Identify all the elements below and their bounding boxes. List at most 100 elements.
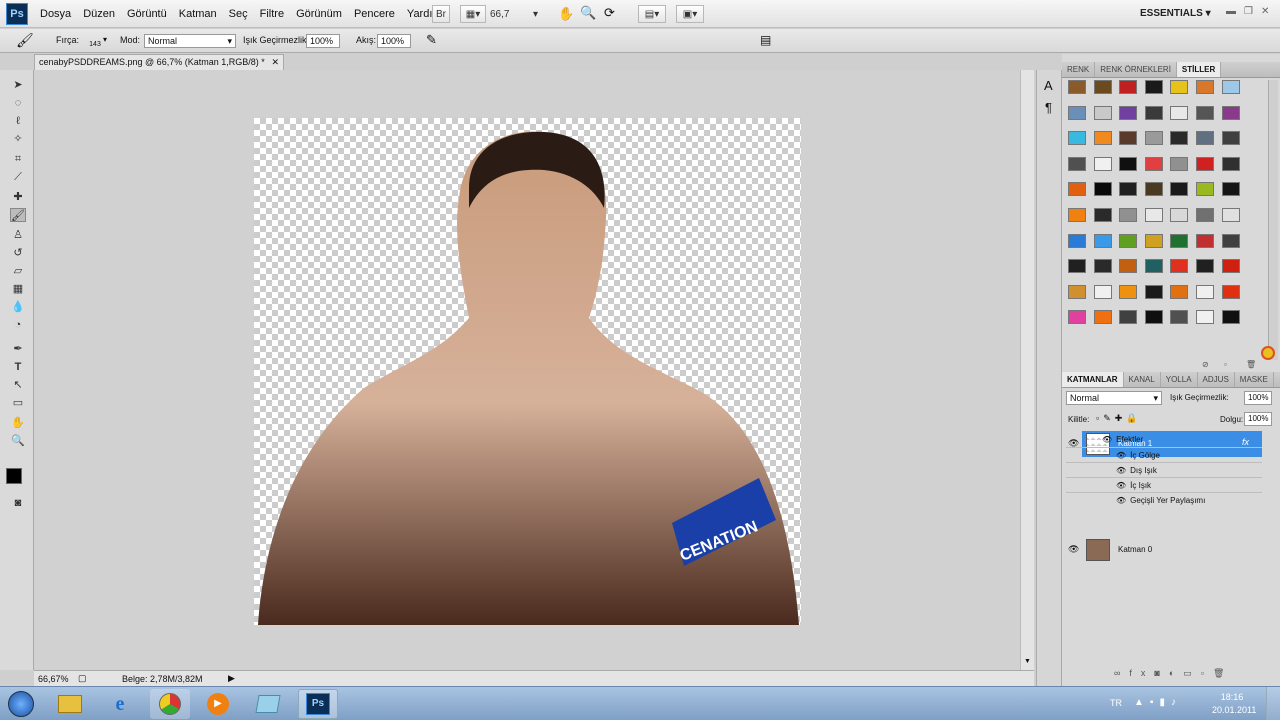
tray-icons[interactable]: ▲▪▮♪ [1134,697,1182,708]
style-swatch[interactable] [1119,259,1138,274]
style-swatch[interactable] [1195,131,1214,146]
close-tab-icon[interactable]: ✕ [271,57,279,68]
style-swatch[interactable] [1221,284,1240,299]
style-swatch[interactable] [1221,207,1240,222]
blur-tool-icon[interactable]: 💧 [10,300,26,314]
menu-0[interactable]: Dosya [34,0,77,28]
eraser-tool-icon[interactable]: ▱ [10,264,26,278]
character-panel-icon[interactable]: A [1044,78,1053,93]
style-swatch[interactable] [1195,207,1214,222]
brush-tool-icon[interactable]: 🖌 [10,208,26,222]
restore-icon[interactable]: ❐ [1244,6,1253,17]
close-icon[interactable]: ✕ [1261,6,1269,17]
style-swatch[interactable] [1221,156,1240,171]
brush-tool-icon[interactable]: 🖌 [16,32,34,49]
view-extras-button[interactable]: ▦▾ [460,5,486,23]
zoom-readout[interactable]: 66,67% [38,674,69,684]
zoom-tool-icon[interactable]: 🔍 [580,5,596,21]
hand-tool-icon[interactable]: ✋ [558,6,574,22]
layers-tab-4[interactable]: MASKE [1235,372,1274,387]
style-swatch[interactable] [1119,207,1138,222]
healing-brush-tool-icon[interactable]: ✚ [10,190,26,204]
effect-row[interactable]: 👁 Geçişli Yer Paylaşımı [1066,492,1262,507]
style-swatch[interactable] [1068,207,1086,222]
vertical-scrollbar[interactable]: ▼ [1020,70,1034,670]
visibility-eye-icon[interactable]: 👁 [1068,544,1079,555]
shape-tool-icon[interactable]: ▭ [10,396,26,410]
style-swatch[interactable] [1093,156,1112,171]
styles-tab-2[interactable]: STİLLER [1176,62,1222,77]
style-swatch[interactable] [1221,80,1240,94]
document-tab[interactable]: cenabyPSDDREAMS.png @ 66,7% (Katman 1,RG… [34,54,284,70]
style-swatch[interactable] [1119,310,1138,325]
menu-7[interactable]: Pencere [348,0,401,28]
style-swatch[interactable] [1195,284,1214,299]
opacity-field[interactable]: 100% [306,34,340,48]
styles-tab-0[interactable]: RENK [1062,62,1096,77]
style-swatch[interactable] [1068,259,1086,274]
style-swatch[interactable] [1144,259,1163,274]
style-swatch[interactable] [1119,105,1138,120]
delete-style-icon[interactable]: 🗑 [1246,360,1256,369]
menu-2[interactable]: Görüntü [121,0,173,28]
zoom-level-dropdown[interactable]: 66,7 ▾ [486,5,542,23]
style-swatch[interactable] [1144,80,1163,94]
style-swatch[interactable] [1170,284,1189,299]
visibility-eye-icon[interactable]: 👁 [1102,435,1112,444]
style-swatch[interactable] [1170,80,1189,94]
brush-panel-icon[interactable]: ▤ [760,33,771,47]
eyedropper-tool-icon[interactable]: ⟋ [10,170,26,184]
styles-scrollbar[interactable] [1268,80,1278,360]
new-style-icon[interactable]: ▫ [1224,360,1227,369]
style-swatch[interactable] [1170,310,1189,325]
start-button[interactable] [2,689,40,719]
style-swatch[interactable] [1093,284,1112,299]
layer-row-katman-0[interactable]: Katman 0 [1082,538,1262,562]
style-swatch[interactable] [1068,156,1086,171]
style-swatch[interactable] [1068,105,1086,120]
style-swatch[interactable] [1093,207,1112,222]
style-swatch[interactable] [1195,156,1214,171]
quick-mask-icon[interactable]: ◙ [10,496,26,510]
lock-icons[interactable]: ▫✎✚🔒 [1096,413,1141,424]
type-tool-icon[interactable]: T [10,360,26,374]
visibility-eye-icon[interactable]: 👁 [1116,466,1126,475]
style-swatch[interactable] [1068,233,1086,248]
clear-style-icon[interactable]: ⊘ [1202,360,1209,369]
pen-tool-icon[interactable]: ✒ [10,342,26,356]
style-swatch[interactable] [1170,156,1189,171]
style-swatch[interactable] [1195,310,1214,325]
quick-selection-tool-icon[interactable]: ✧ [10,132,26,146]
bridge-icon[interactable]: Br [432,5,450,23]
layers-tab-1[interactable]: KANAL [1124,372,1161,387]
effect-row[interactable]: 👁 İç Gölge [1066,447,1262,462]
style-swatch[interactable] [1093,105,1112,120]
status-menu-icon[interactable]: ▶ [228,673,235,684]
style-swatch[interactable] [1144,105,1163,120]
style-swatch[interactable] [1093,182,1112,197]
style-swatch[interactable] [1119,182,1138,197]
style-swatch[interactable] [1068,310,1086,325]
flow-field[interactable]: 100% [377,34,411,48]
fill-field[interactable]: 100% [1244,412,1272,426]
style-swatch[interactable] [1144,284,1163,299]
layer-opacity-field[interactable]: 100% [1244,391,1272,405]
marquee-tool-icon[interactable]: ◌ [10,96,26,110]
path-selection-tool-icon[interactable]: ↖ [10,378,26,392]
clone-stamp-tool-icon[interactable]: ♙ [10,228,26,242]
menu-1[interactable]: Düzen [77,0,121,28]
style-swatch[interactable] [1144,233,1163,248]
scroll-down-icon[interactable]: ▼ [1024,658,1031,665]
status-icon[interactable]: ▢ [78,673,87,684]
app-taskbar-icon[interactable] [248,689,288,719]
style-swatch[interactable] [1170,131,1189,146]
styles-tab-1[interactable]: RENK ÖRNEKLERİ [1095,62,1177,77]
style-swatch[interactable] [1170,182,1189,197]
effect-row[interactable]: 👁 İç Işık [1066,477,1262,492]
screen-mode-button[interactable]: ▣▾ [676,5,704,23]
menu-4[interactable]: Seç [223,0,254,28]
style-swatch[interactable] [1195,259,1214,274]
style-swatch[interactable] [1119,233,1138,248]
effect-row[interactable]: 👁 Dış Işık [1066,462,1262,477]
internet-explorer-taskbar-icon[interactable]: e [100,689,140,719]
